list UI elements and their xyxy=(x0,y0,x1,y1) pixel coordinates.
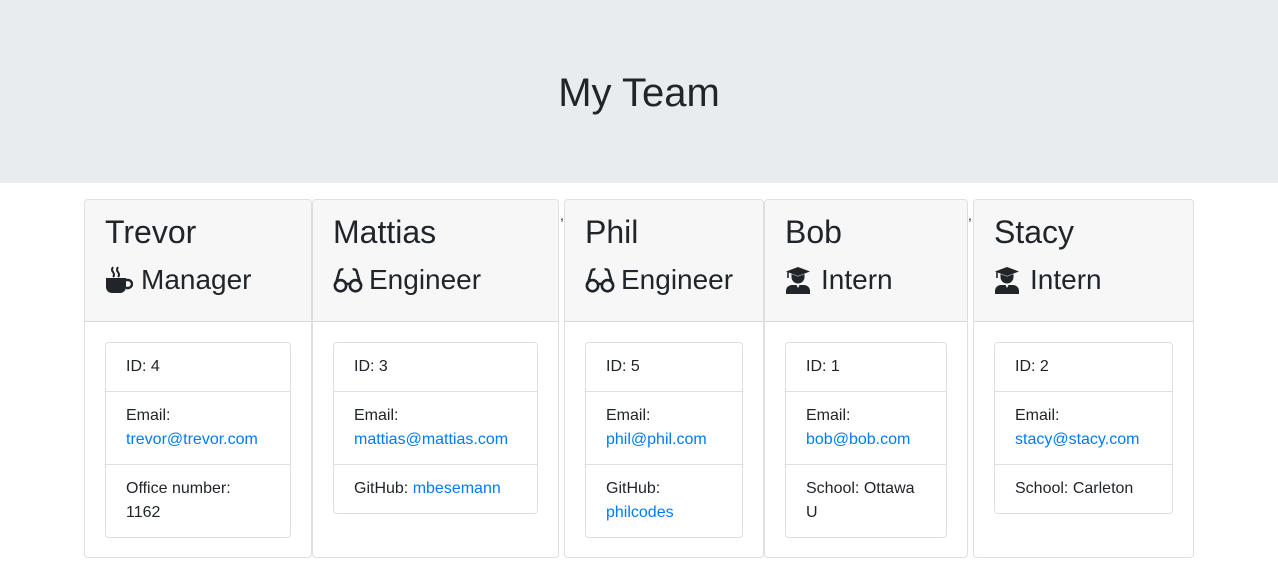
card-body: ID: 3 Email: mattias@mattias.com GitHub:… xyxy=(313,322,558,534)
employee-role: Manager xyxy=(105,262,291,298)
school-label: School: xyxy=(1015,480,1069,497)
school-item: School: Ottawa U xyxy=(786,465,946,537)
email-link[interactable]: stacy@stacy.com xyxy=(1015,431,1139,448)
email-item: Email: phil@phil.com xyxy=(586,392,742,465)
card-body: ID: 2 Email: stacy@stacy.com School: Car… xyxy=(974,322,1193,534)
card-header: Stacy Intern xyxy=(974,200,1193,322)
id-item: ID: 1 xyxy=(786,343,946,392)
employee-name: Bob xyxy=(785,214,842,250)
github-item: GitHub: mbesemann xyxy=(334,465,537,513)
employee-role: Intern xyxy=(785,262,947,298)
employee-card: Trevor Manager ID: 4 Email: trevor@trevo… xyxy=(84,199,312,558)
employee-name: Phil xyxy=(585,214,639,250)
graduate-icon xyxy=(785,265,815,295)
office-number-item: Office number: 1162 xyxy=(106,465,290,537)
details-list: ID: 1 Email: bob@bob.com School: Ottawa … xyxy=(785,342,947,538)
github-item: GitHub: philcodes xyxy=(586,465,742,537)
card-header: Mattias Engineer xyxy=(313,200,558,322)
card-header: Trevor Manager xyxy=(85,200,311,322)
email-label: Email: xyxy=(126,407,171,424)
employee-card: Mattias Engineer ID: 3 Email: mattias@ma… xyxy=(312,199,559,558)
card-body: ID: 1 Email: bob@bob.com School: Ottawa … xyxy=(765,322,967,557)
github-label: GitHub: xyxy=(354,480,409,497)
card-body: ID: 4 Email: trevor@trevor.com Office nu… xyxy=(85,322,311,557)
card-body: ID: 5 Email: phil@phil.com GitHub: philc… xyxy=(565,322,763,557)
email-item: Email: bob@bob.com xyxy=(786,392,946,465)
employee-name: Trevor xyxy=(105,214,197,250)
page-title: My Team xyxy=(558,71,720,115)
role-label: Intern xyxy=(1030,264,1102,295)
page-header: My Team xyxy=(0,0,1278,183)
employee-role: Intern xyxy=(994,262,1173,298)
github-label: GitHub: xyxy=(606,480,661,497)
github-link[interactable]: philcodes xyxy=(606,504,674,521)
id-item: ID: 5 xyxy=(586,343,742,392)
coffee-icon xyxy=(105,265,135,295)
details-list: ID: 2 Email: stacy@stacy.com School: Car… xyxy=(994,342,1173,514)
id-item: ID: 2 xyxy=(995,343,1172,392)
role-label: Intern xyxy=(821,264,893,295)
id-item: ID: 3 xyxy=(334,343,537,392)
role-label: Engineer xyxy=(621,264,734,295)
email-label: Email: xyxy=(354,407,399,424)
employee-card: Phil Engineer ID: 5 Email: phil@phil.com xyxy=(564,199,764,558)
email-item: Email: trevor@trevor.com xyxy=(106,392,290,465)
email-link[interactable]: bob@bob.com xyxy=(806,431,910,448)
glasses-icon xyxy=(333,265,363,295)
email-item: Email: mattias@mattias.com xyxy=(334,392,537,465)
email-link[interactable]: mattias@mattias.com xyxy=(354,431,508,448)
email-item: Email: stacy@stacy.com xyxy=(995,392,1172,465)
card-header: Phil Engineer xyxy=(565,200,763,322)
card-header: Bob Intern xyxy=(765,200,967,322)
school-item: School: Carleton xyxy=(995,465,1172,513)
employee-role: Engineer xyxy=(585,262,743,298)
employee-name: Mattias xyxy=(333,214,437,250)
office-number-value: 1162 xyxy=(126,504,161,521)
stray-comma: , xyxy=(968,207,972,223)
email-link[interactable]: trevor@trevor.com xyxy=(126,431,258,448)
details-list: ID: 3 Email: mattias@mattias.com GitHub:… xyxy=(333,342,538,514)
graduate-icon xyxy=(994,265,1024,295)
email-label: Email: xyxy=(1015,407,1060,424)
email-label: Email: xyxy=(606,407,651,424)
details-list: ID: 4 Email: trevor@trevor.com Office nu… xyxy=(105,342,291,538)
github-link[interactable]: mbesemann xyxy=(413,480,501,497)
school-label: School: xyxy=(806,480,860,497)
office-number-label: Office number: xyxy=(126,480,231,497)
employee-name: Stacy xyxy=(994,214,1075,250)
glasses-icon xyxy=(585,265,615,295)
employee-role: Engineer xyxy=(333,262,538,298)
employee-card: Bob Intern ID: 1 Email: bob@bob.com Scho… xyxy=(764,199,968,558)
details-list: ID: 5 Email: phil@phil.com GitHub: philc… xyxy=(585,342,743,538)
school-value: Carleton xyxy=(1072,480,1134,497)
role-label: Manager xyxy=(141,264,252,295)
email-link[interactable]: phil@phil.com xyxy=(606,431,707,448)
employee-card: Stacy Intern ID: 2 Email: stacy@stacy.co… xyxy=(973,199,1194,558)
email-label: Email: xyxy=(806,407,851,424)
role-label: Engineer xyxy=(369,264,482,295)
id-item: ID: 4 xyxy=(106,343,290,392)
